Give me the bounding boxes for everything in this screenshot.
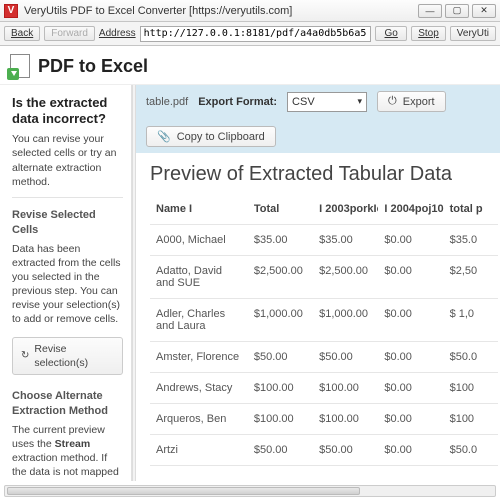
table-cell: $0.00: [378, 342, 443, 373]
table-row: Andrews, Stacy$100.00$100.00$0.00$100: [150, 373, 498, 404]
sidebar: Is the extracted data incorrect? You can…: [0, 85, 132, 481]
table-cell: $50.0: [444, 435, 498, 466]
table-cell: $2,500.00: [313, 256, 378, 299]
table-cell: $100.00: [313, 373, 378, 404]
export-button[interactable]: ⏻ Export: [377, 91, 446, 112]
table-cell: Arqueros, Ben: [150, 404, 248, 435]
table-cell: $0.00: [378, 256, 443, 299]
data-table-container: Name ITotalI 2003porkIonI 2004poj10Intot…: [136, 194, 500, 466]
sidebar-divider: [12, 197, 123, 198]
sidebar-revise-body: Data has been extracted from the cells y…: [12, 242, 123, 327]
table-cell: $2,500.00: [248, 256, 313, 299]
export-format-select[interactable]: CSV ▾: [287, 92, 367, 112]
sidebar-question-title: Is the extracted data incorrect?: [12, 95, 123, 126]
table-cell: $1,000.00: [248, 299, 313, 342]
table-cell: $50.00: [248, 435, 313, 466]
table-cell: $35.0: [444, 225, 498, 256]
clipboard-icon: 📎: [157, 130, 171, 143]
sidebar-revise-title: Revise Selected Cells: [12, 208, 123, 238]
table-cell: $100.00: [248, 404, 313, 435]
export-format-value: CSV: [292, 96, 315, 108]
main-area: Is the extracted data incorrect? You can…: [0, 85, 500, 481]
table-row: Adatto, David and SUE$2,500.00$2,500.00$…: [150, 256, 498, 299]
table-cell: $0.00: [378, 225, 443, 256]
address-input[interactable]: [140, 26, 372, 42]
table-row: Arqueros, Ben$100.00$100.00$0.00$100: [150, 404, 498, 435]
app-icon: V: [4, 4, 18, 18]
revise-selections-label: Revise selection(s): [34, 342, 114, 370]
table-cell: $50.00: [313, 435, 378, 466]
table-cell: Amster, Florence: [150, 342, 248, 373]
chevron-down-icon: ▾: [358, 96, 363, 107]
content-area: table.pdf Export Format: CSV ▾ ⏻ Export …: [136, 85, 500, 481]
go-button[interactable]: Go: [375, 26, 407, 41]
export-button-label: Export: [403, 96, 435, 108]
table-cell: A000, Michael: [150, 225, 248, 256]
refresh-icon: ↻: [21, 349, 29, 363]
back-button[interactable]: Back: [4, 26, 40, 41]
table-cell: $35.00: [248, 225, 313, 256]
page-header: PDF to Excel: [0, 46, 500, 85]
sidebar-question-body: You can revise your selected cells or tr…: [12, 132, 123, 189]
table-cell: $50.00: [248, 342, 313, 373]
window-close-button[interactable]: ✕: [472, 4, 496, 18]
data-table: Name ITotalI 2003porkIonI 2004poj10Intot…: [150, 194, 498, 466]
export-format-label: Export Format:: [198, 96, 277, 108]
copy-to-clipboard-label: Copy to Clipboard: [177, 131, 265, 143]
table-cell: $1,000.00: [313, 299, 378, 342]
forward-button[interactable]: Forward: [44, 26, 95, 41]
table-row: Artzi$50.00$50.00$0.00$50.0: [150, 435, 498, 466]
preview-title: Preview of Extracted Tabular Data: [136, 153, 500, 194]
window-minimize-button[interactable]: —: [418, 4, 442, 18]
window-maximize-button[interactable]: ▢: [445, 4, 469, 18]
sidebar-alt-body: The current preview uses the Stream extr…: [12, 423, 123, 481]
window-title: VeryUtils PDF to Excel Converter [https:…: [24, 5, 418, 17]
stop-button[interactable]: Stop: [411, 26, 446, 41]
window-titlebar: V VeryUtils PDF to Excel Converter [http…: [0, 0, 500, 22]
table-cell: $0.00: [378, 404, 443, 435]
browser-toolbar: Back Forward Address Go Stop VeryUti: [0, 22, 500, 46]
table-cell: $100.00: [313, 404, 378, 435]
table-cell: $ 1,0: [444, 299, 498, 342]
scrollbar-thumb[interactable]: [7, 487, 360, 495]
current-file-label: table.pdf: [146, 96, 188, 108]
table-cell: Andrews, Stacy: [150, 373, 248, 404]
table-cell: $50.0: [444, 342, 498, 373]
address-label: Address: [99, 28, 136, 39]
table-header: total p: [444, 194, 498, 225]
table-cell: $0.00: [378, 435, 443, 466]
table-cell: $0.00: [378, 373, 443, 404]
table-cell: Artzi: [150, 435, 248, 466]
table-cell: $0.00: [378, 299, 443, 342]
table-cell: Adatto, David and SUE: [150, 256, 248, 299]
table-row: Amster, Florence$50.00$50.00$0.00$50.0: [150, 342, 498, 373]
revise-selections-button[interactable]: ↻ Revise selection(s): [12, 337, 123, 375]
copy-to-clipboard-button[interactable]: 📎 Copy to Clipboard: [146, 126, 276, 147]
pdf-to-excel-icon: [10, 54, 30, 78]
table-cell: $35.00: [313, 225, 378, 256]
table-cell: $50.00: [313, 342, 378, 373]
table-cell: Adler, Charles and Laura: [150, 299, 248, 342]
table-header: Name I: [150, 194, 248, 225]
table-header: I 2003porkIon: [313, 194, 378, 225]
table-cell: $100: [444, 404, 498, 435]
table-cell: $2,50: [444, 256, 498, 299]
sidebar-alt-title: Choose Alternate Extraction Method: [12, 389, 123, 419]
table-row: A000, Michael$35.00$35.00$0.00$35.0: [150, 225, 498, 256]
table-cell: $100: [444, 373, 498, 404]
table-row: Adler, Charles and Laura$1,000.00$1,000.…: [150, 299, 498, 342]
table-cell: $100.00: [248, 373, 313, 404]
page-title: PDF to Excel: [38, 56, 148, 77]
power-icon: ⏻: [388, 95, 397, 108]
export-toolbar: table.pdf Export Format: CSV ▾ ⏻ Export …: [136, 85, 500, 153]
brand-button[interactable]: VeryUti: [450, 26, 496, 41]
horizontal-scrollbar[interactable]: [4, 485, 496, 497]
table-header: Total: [248, 194, 313, 225]
table-header: I 2004poj10In: [378, 194, 443, 225]
